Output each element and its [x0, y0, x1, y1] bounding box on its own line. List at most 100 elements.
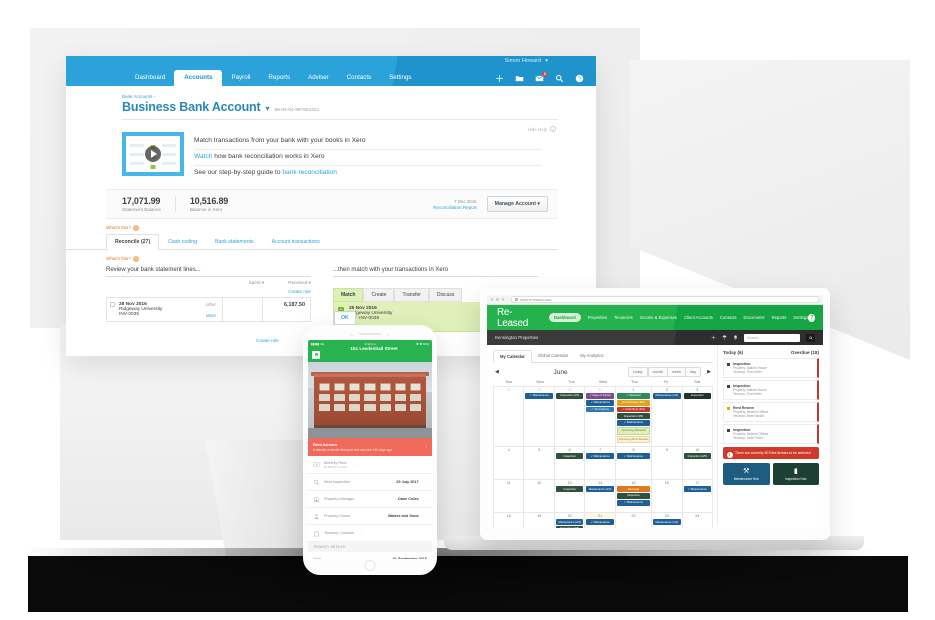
ok-button[interactable]: OK: [334, 311, 356, 325]
calendar-cell[interactable]: 20Maintenance (2/3)Inspection (3/5): [555, 513, 586, 528]
manage-account-button[interactable]: Manage Account ▾: [486, 196, 548, 212]
phone-detail-row[interactable]: Next Inspection 29 July 2017 ›: [308, 474, 432, 491]
released-nav-item[interactable]: Tenancies: [614, 315, 633, 320]
calendar-cell[interactable]: 12: [524, 480, 555, 514]
calendar-cell[interactable]: 24: [683, 513, 713, 528]
calendar-event[interactable]: Inspection: [555, 486, 584, 493]
envelope-icon[interactable]: 3: [535, 72, 547, 83]
calendar-event[interactable]: ✓ Days of Period: [586, 393, 614, 399]
calendar-cell[interactable]: 11: [494, 480, 525, 514]
calendar-cell[interactable]: 3 Inspection: [682, 387, 713, 448]
help-icon[interactable]: ?: [808, 313, 815, 322]
calendar-cell[interactable]: 4: [494, 447, 525, 481]
umbrella-icon[interactable]: [722, 335, 727, 340]
hub-button[interactable]: ▮ Inspection Hub: [772, 463, 819, 486]
hide-help-button[interactable]: Hide Help ×: [528, 126, 556, 132]
search-icon[interactable]: [555, 74, 564, 83]
watch-link[interactable]: Watch: [194, 153, 212, 160]
reconcile-tab[interactable]: Bank statements: [206, 234, 263, 249]
xero-nav-item-settings[interactable]: Settings: [380, 70, 420, 86]
calendar-cell[interactable]: 21 ✓ Maintenance: [585, 513, 616, 528]
calendar-cell[interactable]: 1 ✓ Renewal Rent Review (2/3) ✓ Final Rent …: [615, 387, 653, 448]
calendar-event[interactable]: Inspection (3/5): [555, 526, 584, 528]
calendar-event[interactable]: Maintenance (1/3): [653, 393, 681, 399]
calendar-event[interactable]: Maintenance (1/4): [653, 519, 681, 526]
calendar-tab[interactable]: My Analytics: [574, 350, 609, 362]
released-nav-item[interactable]: Properties: [588, 315, 607, 320]
reconciliation-report-link[interactable]: Reconciliation Report: [433, 205, 477, 210]
calendar-cell[interactable]: 31 ✓ Days of Period ✓ Maintenance ✓ Term Ex…: [585, 387, 616, 448]
released-nav-item[interactable]: Settings: [793, 315, 808, 320]
calendar-event[interactable]: Inspection: [616, 493, 651, 500]
phone-detail-row[interactable]: Tenancy Contacts ›: [308, 525, 432, 542]
calendar-event[interactable]: Maintenance (2/3): [555, 519, 584, 526]
phone-detail-row[interactable]: Property Owner Waters and Sons ›: [308, 508, 432, 525]
calendar-cell[interactable]: 19: [524, 513, 555, 528]
rent-arrears-alert[interactable]: ! There are currently 60 Rent Arrears to…: [723, 447, 819, 460]
bank-reconciliation-link[interactable]: bank reconciliation: [282, 169, 337, 176]
calendar-cell[interactable]: 29: [494, 387, 525, 448]
breadcrumb[interactable]: Bank Accounts ›: [66, 86, 596, 99]
calendar-cell[interactable]: 16: [652, 480, 683, 514]
whats-this-1[interactable]: What's this??: [66, 219, 596, 231]
video-thumbnail[interactable]: [122, 132, 184, 176]
calendar-tab[interactable]: My Calendar: [493, 350, 532, 363]
calendar-event[interactable]: ✓ Maintenance: [616, 420, 651, 426]
phone-home-button[interactable]: [364, 560, 376, 571]
home-icon[interactable]: [312, 350, 320, 359]
calendar-event[interactable]: ✓ Term Expiry: [586, 406, 614, 413]
calendar-cell[interactable]: 5: [524, 447, 555, 481]
calendar-view-week[interactable]: week: [668, 367, 687, 377]
xero-nav-item-contacts[interactable]: Contacts: [338, 70, 380, 86]
calendar-event[interactable]: ✓ Maintenance: [525, 393, 553, 399]
col-spent[interactable]: Spent ▾: [249, 280, 265, 286]
bell-icon[interactable]: [733, 335, 738, 340]
folder-icon[interactable]: [515, 74, 524, 83]
calendar-event[interactable]: ✓ Maintenance: [616, 453, 651, 460]
task-item[interactable]: Inspection Property: Newton Offices Tenanc…: [723, 424, 819, 444]
calendar-cell[interactable]: 29 ✓ Maintenance: [524, 387, 555, 448]
search-input[interactable]: Search...: [744, 333, 800, 342]
window-max-dot[interactable]: [501, 298, 505, 301]
calendar-cell[interactable]: 2 Maintenance (1/3): [652, 387, 683, 448]
calendar-event[interactable]: Rent Review (2/3): [616, 399, 651, 406]
calendar-cell[interactable]: 14 Maintenance (2/3): [585, 480, 616, 514]
url-bar[interactable]: www.re-leased.com: [511, 296, 819, 303]
calendar-cell[interactable]: 15 Renewal Inspection ✓ Maintenance: [615, 480, 653, 514]
calendar-event[interactable]: Inspection (2/5): [555, 393, 584, 399]
window-min-dot[interactable]: [496, 298, 499, 301]
released-nav-item[interactable]: Documents: [743, 315, 764, 320]
calendar-event[interactable]: Inspection: [683, 393, 711, 399]
xero-nav-item-dashboard[interactable]: Dashboard: [126, 70, 174, 86]
today-button[interactable]: today: [628, 367, 648, 377]
create-rule-link-2[interactable]: Create rule: [256, 338, 279, 343]
calendar-event[interactable]: ✓ Maintenance: [586, 399, 614, 406]
calendar-event[interactable]: ✓ Final Rent (4/4): [616, 406, 651, 413]
reconciliation-report[interactable]: 7 Dec 2016 Reconciliation Report: [433, 199, 477, 210]
calendar-cell[interactable]: 7 ✓ Maintenance: [585, 447, 616, 481]
task-item[interactable]: Rent Review Property: Newton Offices Tenan…: [723, 402, 819, 422]
match-tab-create[interactable]: Create: [363, 288, 395, 302]
calendar-event[interactable]: Inspection (2/5): [683, 453, 711, 460]
released-nav-item[interactable]: Client Accounts: [684, 315, 713, 320]
calendar-cell[interactable]: 23 Maintenance (1/4): [652, 513, 683, 528]
calendar-event[interactable]: ✓ Maintenance: [586, 453, 614, 460]
calendar-event[interactable]: Inspection (4/5): [616, 413, 651, 420]
released-nav-item[interactable]: Income & Expenses: [640, 315, 677, 320]
xero-nav-item-accounts[interactable]: Accounts: [174, 70, 223, 86]
statement-line-more[interactable]: More: [206, 313, 216, 318]
match-tab-match[interactable]: Match: [333, 288, 364, 302]
calendar-event[interactable]: ✓ Renewal: [616, 393, 651, 399]
calendar-cell[interactable]: 10 Inspection (2/5): [682, 447, 713, 481]
calendar-event[interactable]: Upcoming Renewal: [616, 426, 651, 435]
calendar-event[interactable]: ✓ Maintenance: [616, 500, 651, 506]
calendar-event[interactable]: Maintenance (2/3): [586, 486, 614, 493]
calendar-event[interactable]: Renewal: [616, 486, 651, 493]
calendar-cell[interactable]: 30 Inspection (2/5): [554, 387, 586, 448]
statement-line-checkbox[interactable]: [110, 302, 115, 307]
next-month-icon[interactable]: ▶: [707, 369, 711, 375]
task-item[interactable]: Inspection Property: Adams House Tenancy: …: [723, 358, 819, 378]
user-menu[interactable]: Simon Howard ▾: [505, 58, 548, 64]
reconcile-tab[interactable]: Cash coding: [159, 234, 206, 249]
hub-button[interactable]: ⚒ Maintenance Hub: [723, 463, 770, 486]
